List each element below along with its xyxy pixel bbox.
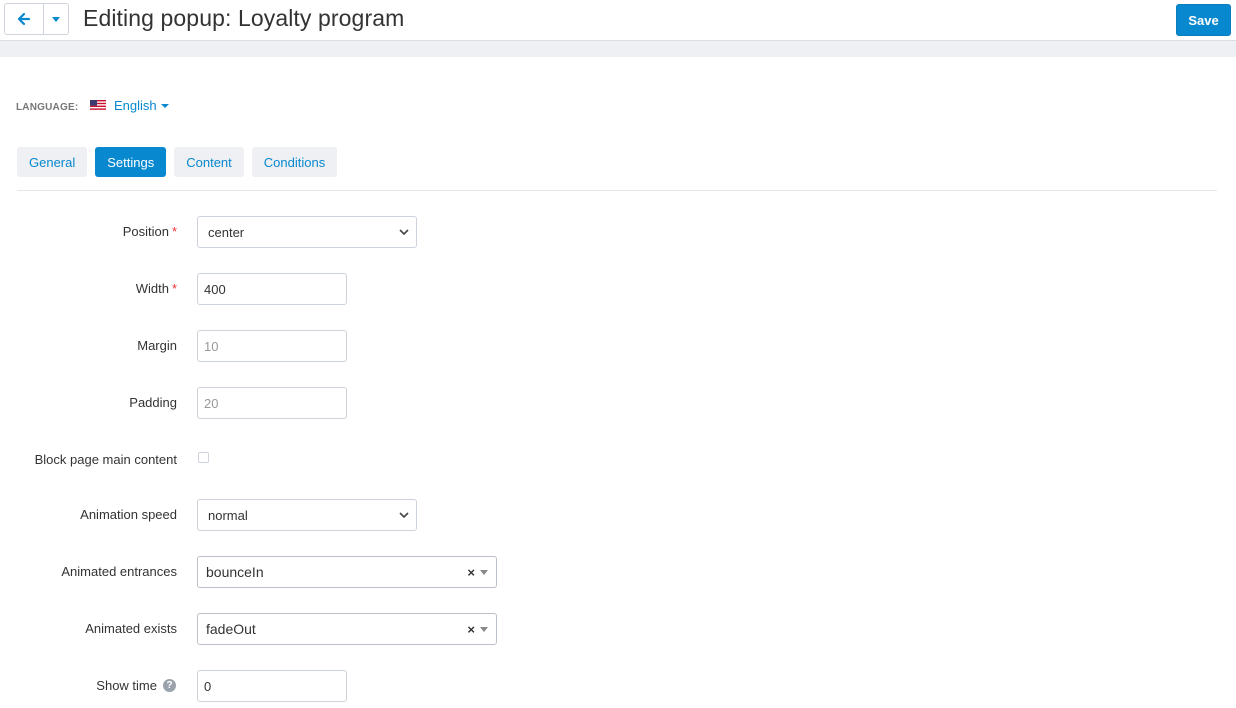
animated-entrances-value: bounceIn (206, 564, 264, 580)
tab-content[interactable]: Content (174, 147, 244, 177)
animation-speed-label: Animation speed (80, 507, 177, 522)
caret-down-icon (52, 16, 60, 22)
chevron-down-icon (399, 512, 409, 519)
position-select[interactable]: center (197, 216, 417, 248)
top-toolbar: Editing popup: Loyalty program Save (0, 0, 1236, 41)
padding-label: Padding (129, 395, 177, 410)
tab-bar: General Settings Content Conditions (17, 147, 338, 177)
width-label: Width * (135, 281, 177, 296)
us-flag-icon (90, 100, 106, 111)
arrow-left-icon (17, 12, 31, 26)
margin-input[interactable] (197, 330, 347, 362)
block-content-checkbox[interactable] (198, 452, 209, 463)
clear-icon[interactable]: × (467, 565, 475, 580)
chevron-down-icon (399, 229, 409, 236)
caret-down-icon (160, 104, 169, 108)
block-content-label: Block page main content (34, 452, 177, 467)
position-value: center (208, 224, 245, 240)
margin-label: Margin (137, 338, 177, 353)
animated-entrances-select[interactable]: bounceIn × (197, 556, 497, 588)
subheader-strip (0, 41, 1236, 57)
animation-speed-select[interactable]: normal (197, 499, 417, 531)
position-label: Position * (122, 224, 177, 239)
nav-button-group (4, 3, 69, 35)
show-time-label: Show time (96, 678, 157, 693)
tab-general[interactable]: General (17, 147, 88, 177)
caret-down-icon (480, 627, 488, 632)
animated-exists-value: fadeOut (206, 621, 256, 637)
width-input[interactable] (197, 273, 347, 305)
show-time-input[interactable] (197, 670, 347, 702)
animated-exists-label: Animated exists (85, 621, 177, 636)
language-value: English (114, 98, 157, 113)
tab-divider (17, 190, 1217, 191)
animated-exists-select[interactable]: fadeOut × (197, 613, 497, 645)
tab-settings[interactable]: Settings (95, 147, 167, 177)
animated-entrances-label: Animated entrances (61, 564, 177, 579)
clear-icon[interactable]: × (467, 622, 475, 637)
back-button[interactable] (5, 4, 43, 34)
animation-speed-value: normal (208, 507, 248, 523)
required-marker: * (171, 281, 177, 296)
caret-down-icon (480, 570, 488, 575)
page-title: Editing popup: Loyalty program (83, 5, 405, 31)
nav-menu-button[interactable] (43, 4, 68, 34)
language-label: LANGUAGE: (16, 102, 79, 113)
tab-conditions[interactable]: Conditions (251, 147, 338, 177)
help-icon[interactable]: ? (163, 679, 176, 692)
language-selector[interactable]: English (90, 98, 169, 113)
padding-input[interactable] (197, 387, 347, 419)
required-marker: * (171, 224, 177, 239)
save-button[interactable]: Save (1176, 4, 1231, 36)
